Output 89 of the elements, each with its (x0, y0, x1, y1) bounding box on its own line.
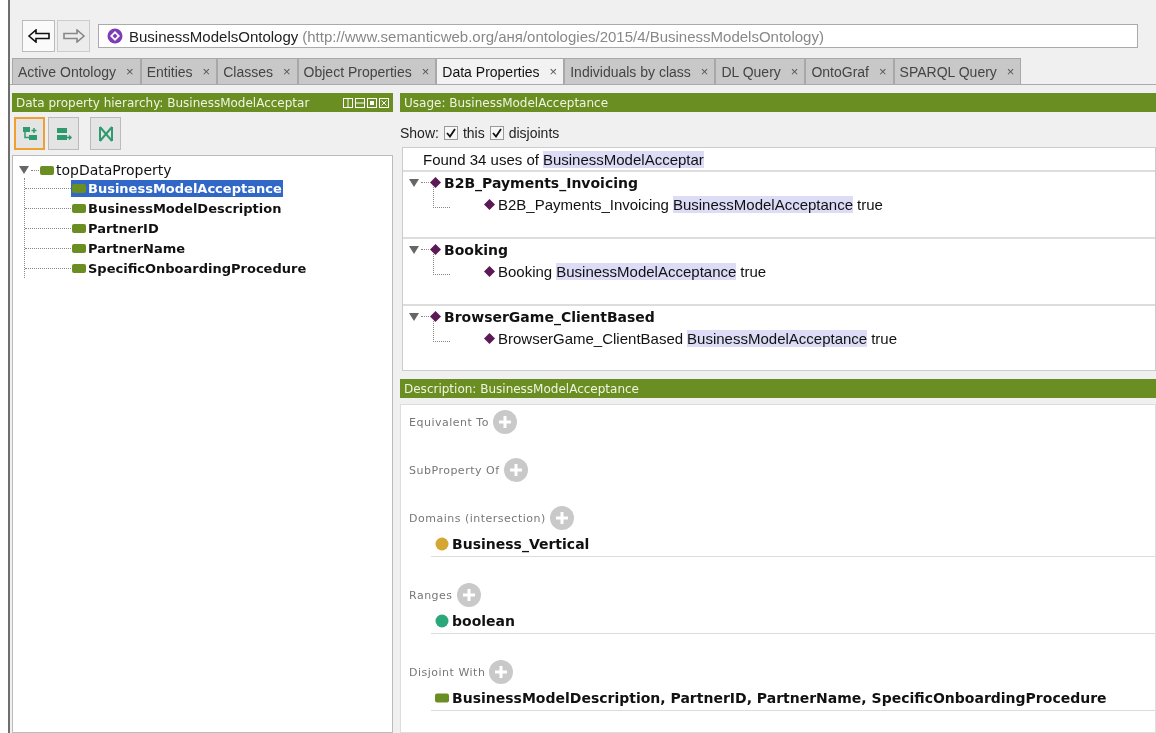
tree-item[interactable]: BusinessModelDescription (71, 199, 283, 217)
panel-title: Data property hierarchy: BusinessModelAcceptar (16, 95, 310, 110)
tab[interactable]: Active Ontology × (12, 58, 141, 84)
checkbox[interactable] (443, 126, 458, 140)
data-property-icon (72, 203, 86, 213)
assertion-subject: B2B_Payments_Invoicing (498, 195, 669, 213)
individual-name[interactable]: B2B_Payments_Invoicing (444, 174, 638, 191)
tab[interactable]: DL Query × (715, 58, 806, 84)
assertion-property: BusinessModelAcceptance (687, 329, 868, 347)
close-icon[interactable] (379, 97, 389, 108)
maximize-icon[interactable] (367, 97, 377, 108)
usage-count-text: Found 34 uses of (423, 150, 539, 168)
checkbox-label: this (462, 125, 485, 141)
panel-title: Description: BusinessModelAcceptance (404, 381, 639, 396)
tree-item[interactable]: BusinessModelAcceptance (71, 179, 283, 197)
section-label: SubProperty Of (409, 463, 500, 477)
assertion-subject: Booking (498, 262, 553, 280)
class-icon (435, 537, 449, 551)
ontology-icon (107, 28, 123, 44)
tab[interactable]: SPARQL Query × (893, 58, 1022, 84)
tab-close-button[interactable]: × (202, 64, 211, 79)
data-property-icon (435, 691, 449, 705)
individual-icon (484, 332, 495, 344)
data-property-icon (40, 165, 54, 175)
individual-icon (484, 265, 495, 277)
ontology-name: BusinessModelsOntology (129, 27, 299, 45)
data-property-icon (72, 243, 86, 253)
assertion-property: BusinessModelAcceptance (672, 195, 854, 213)
add-subproperty-icon (20, 124, 39, 143)
add-sibling-button[interactable] (48, 117, 79, 150)
expand-toggle[interactable] (409, 311, 420, 322)
entity-name[interactable]: boolean (452, 613, 515, 629)
ontology-address-field[interactable]: BusinessModelsOntology (http://www.semanticweb.org/аня/ontologies/2015/4/BusinessModelsOntology) (98, 24, 1138, 48)
split-icon[interactable] (343, 97, 353, 108)
back-button[interactable] (22, 20, 55, 52)
ontology-iri: (http://www.semanticweb.org/аня/ontologies/2015/4/BusinessModelsOntology) (302, 27, 824, 45)
assertion-value: true (871, 329, 898, 347)
entity-highlight: BusinessModelAcceptar (542, 150, 704, 168)
individual-name[interactable]: Booking (444, 241, 508, 258)
tab[interactable]: OntoGraf × (805, 58, 894, 84)
individual-icon (430, 311, 441, 322)
section-label: Domains (intersection) (409, 511, 546, 525)
tab-close-button[interactable]: × (879, 64, 887, 79)
left-arrow-icon (27, 29, 50, 43)
expand-toggle[interactable] (409, 244, 420, 255)
expand-toggle[interactable] (19, 165, 30, 175)
checkbox[interactable] (489, 126, 504, 140)
tab-close-button[interactable]: × (549, 64, 558, 79)
assertion-value: true (740, 262, 767, 280)
datatype-icon (435, 614, 449, 628)
panel-title: Usage: BusinessModelAcceptance (404, 95, 609, 110)
checkbox-label: disjoints (508, 125, 560, 141)
tab-close-button[interactable]: × (126, 64, 134, 79)
individual-icon (430, 177, 441, 188)
tab-close-button[interactable]: × (1006, 64, 1015, 79)
tree-item[interactable]: topDataProperty (56, 162, 172, 178)
tab[interactable]: Entities × (140, 58, 218, 84)
entity-name[interactable]: Business_Vertical (452, 536, 590, 552)
section-label: Ranges (409, 588, 453, 602)
delete-icon (96, 124, 115, 143)
data-property-icon (72, 183, 86, 193)
individual-icon (430, 244, 441, 255)
assertion-subject: BrowserGame_ClientBased (498, 329, 684, 347)
individual-icon (484, 198, 495, 210)
tree-item[interactable]: SpecificOnboardingProcedure (71, 259, 308, 277)
tab-close-button[interactable]: × (421, 64, 430, 79)
tab-close-button[interactable]: × (790, 64, 799, 79)
section-label: Equivalent To (409, 415, 489, 429)
entity-name[interactable]: BusinessModelDescription, PartnerID, PartnerName, SpecificOnboardingProcedure (452, 690, 1107, 706)
assertion-property: BusinessModelAcceptance (556, 262, 737, 280)
right-arrow-icon (62, 29, 85, 43)
tab[interactable]: Classes × (217, 58, 298, 84)
add-subproperty-button[interactable] (14, 117, 45, 150)
minimize-icon[interactable] (355, 97, 365, 108)
data-property-icon (72, 263, 86, 273)
show-label: Show: (400, 125, 439, 141)
delete-button[interactable] (90, 117, 121, 150)
expand-toggle[interactable] (409, 177, 420, 188)
tab-close-button[interactable]: × (282, 64, 291, 79)
tree-item[interactable]: PartnerName (71, 239, 187, 257)
tab-close-button[interactable]: × (700, 64, 709, 79)
section-label: Disjoint With (409, 665, 486, 679)
tab[interactable]: Data Properties × (436, 58, 565, 84)
tab[interactable]: Individuals by class × (564, 58, 716, 84)
individual-name[interactable]: BrowserGame_ClientBased (444, 308, 655, 325)
tab[interactable]: Object Properties × (297, 58, 437, 84)
tree-item[interactable]: PartnerID (71, 219, 160, 237)
assertion-value: true (857, 195, 883, 213)
data-property-icon (72, 223, 86, 233)
